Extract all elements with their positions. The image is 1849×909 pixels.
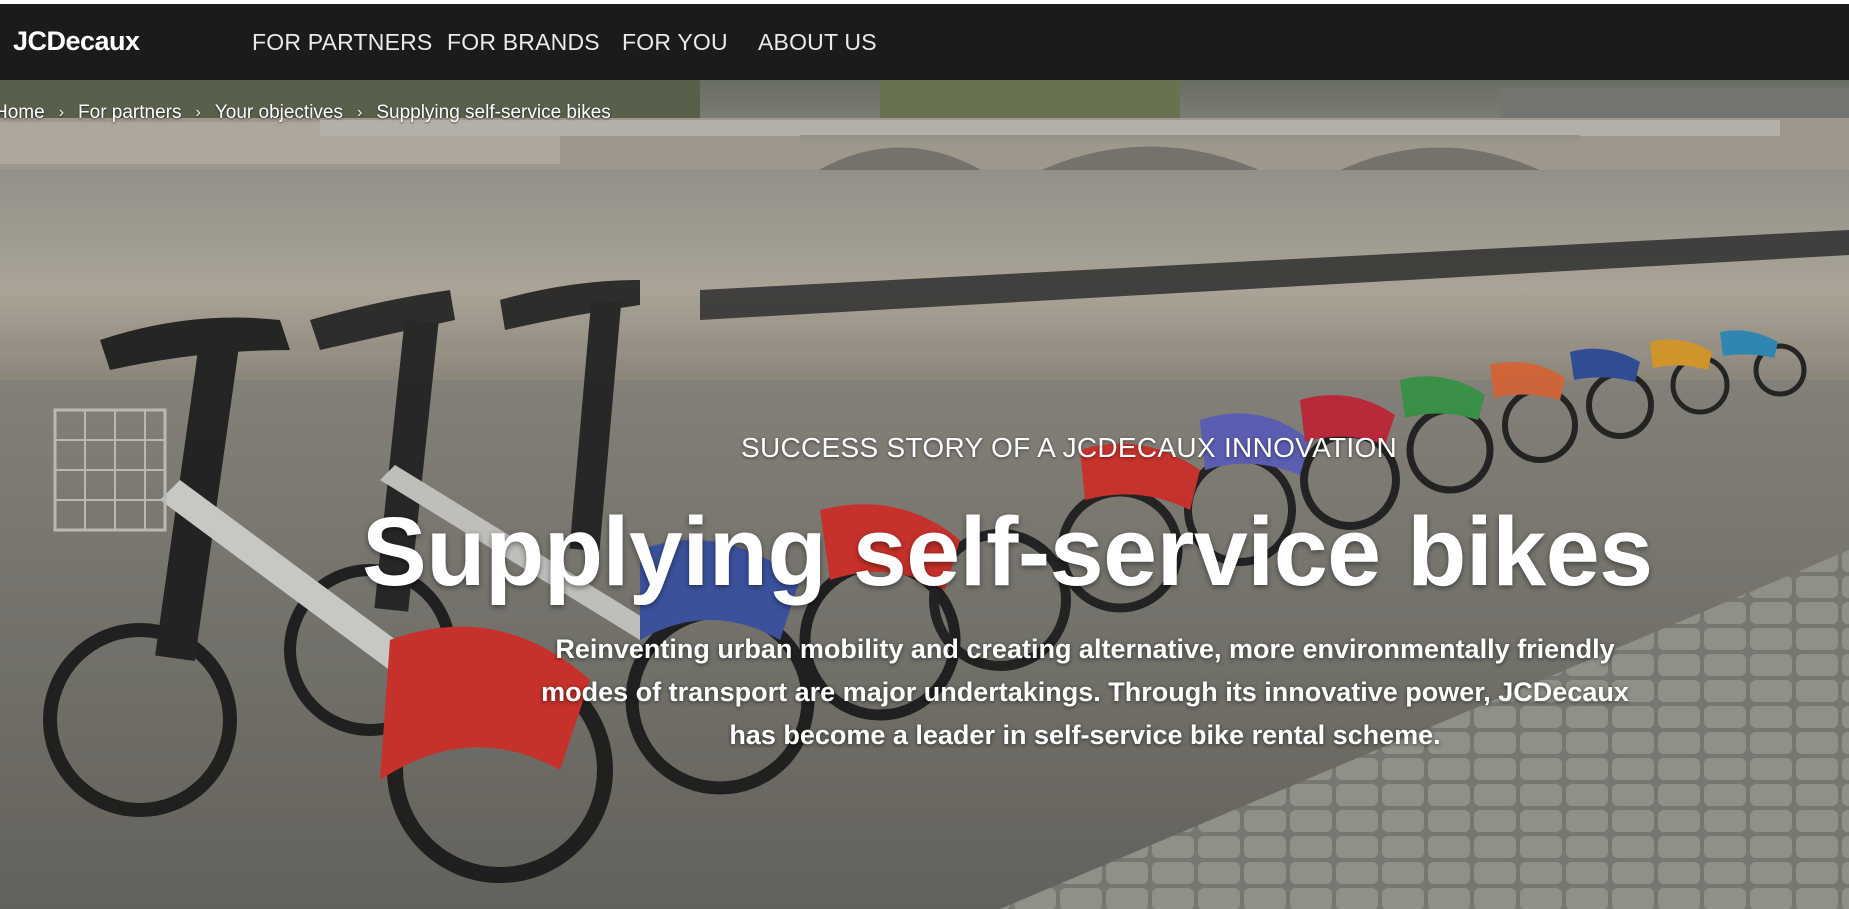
hero-eyebrow: SUCCESS STORY OF A JCDECAUX INNOVATION bbox=[741, 432, 1398, 463]
hero-description: Reinventing urban mobility and creating … bbox=[541, 634, 1629, 750]
chevron-right-icon: › bbox=[195, 104, 201, 121]
page-title: Supplying self-service bikes bbox=[362, 497, 1653, 606]
top-navigation: JCDecaux FOR PARTNERS FOR BRANDS FOR YOU… bbox=[0, 4, 1849, 80]
nav-for-partners[interactable]: FOR PARTNERS bbox=[252, 29, 432, 56]
breadcrumb-current: Supplying self-service bikes bbox=[376, 102, 611, 123]
nav-for-you[interactable]: FOR YOU bbox=[622, 29, 728, 56]
breadcrumb-your-objectives[interactable]: Your objectives bbox=[215, 102, 343, 124]
hero-overlay bbox=[0, 80, 1849, 909]
breadcrumb-for-partners[interactable]: For partners bbox=[78, 102, 181, 124]
jcdecaux-logo[interactable]: JCDecaux bbox=[13, 26, 140, 57]
breadcrumb-home[interactable]: Home bbox=[0, 102, 45, 124]
chevron-right-icon: › bbox=[357, 104, 363, 121]
breadcrumb: Home › For partners › Your objectives › … bbox=[0, 100, 611, 126]
chevron-right-icon: › bbox=[58, 104, 65, 121]
page: JCDecaux FOR PARTNERS FOR BRANDS FOR YOU… bbox=[0, 0, 1849, 909]
nav-about-us[interactable]: ABOUT US bbox=[758, 29, 877, 56]
hero-banner bbox=[0, 80, 1849, 909]
nav-for-brands[interactable]: FOR BRANDS bbox=[447, 29, 600, 56]
